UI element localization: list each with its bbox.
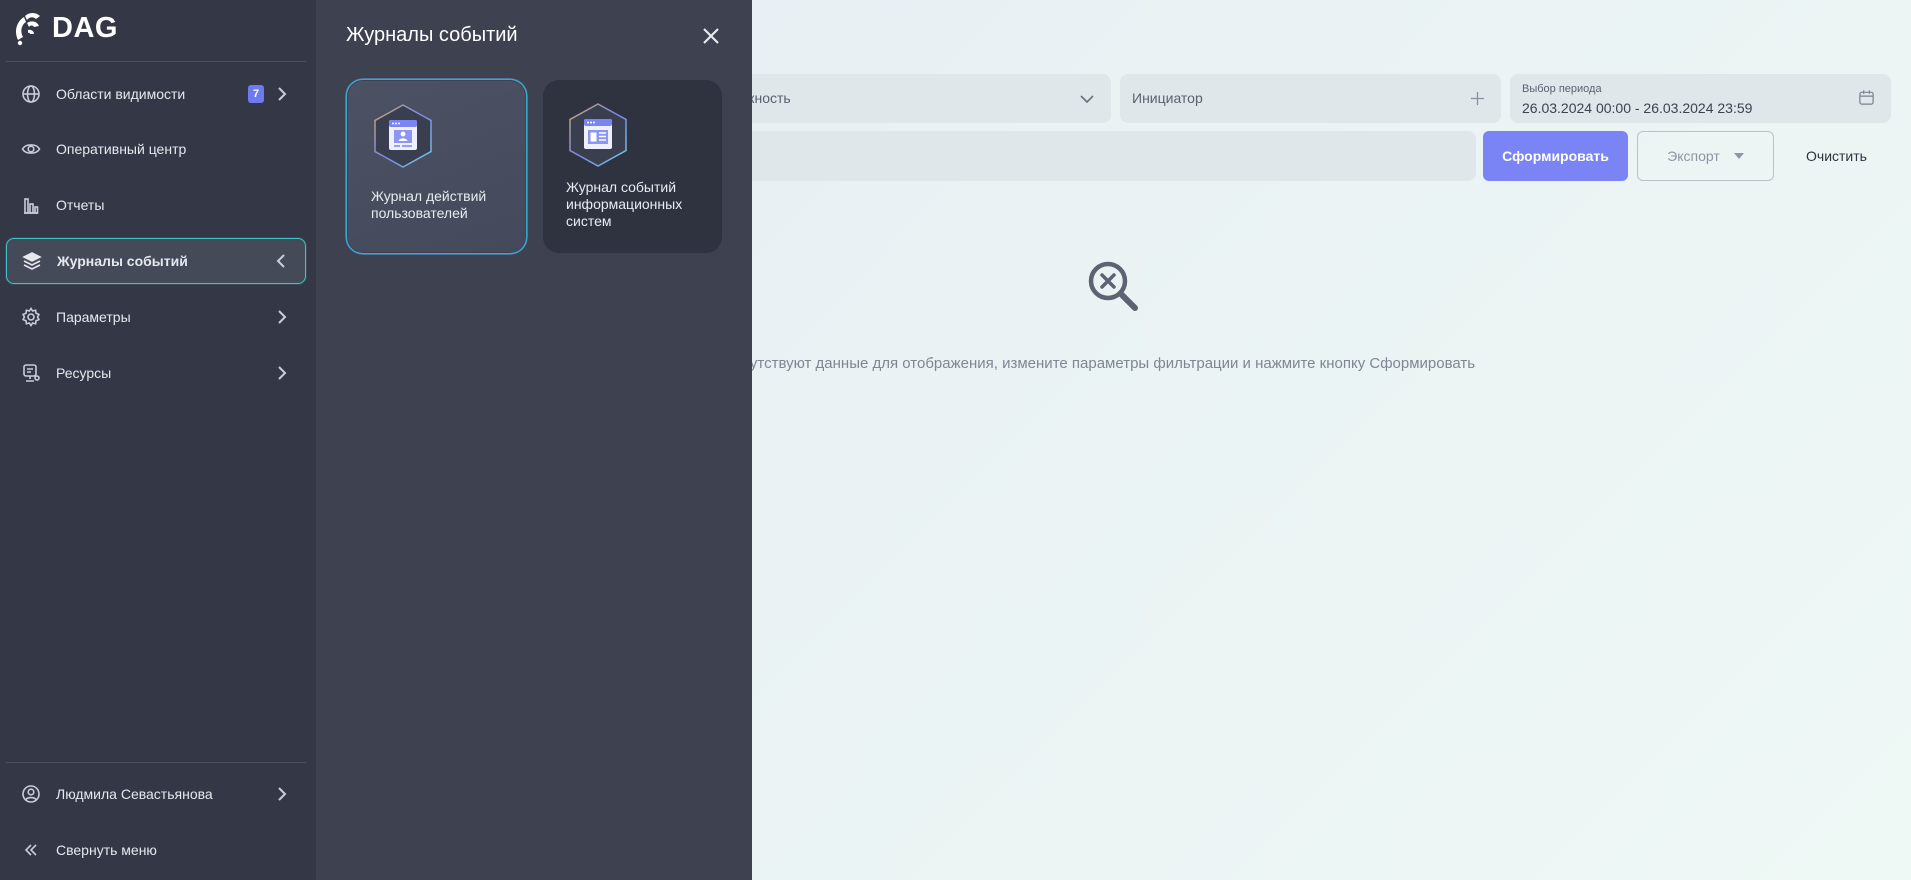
sidebar-item-label: Отчеты (56, 197, 105, 213)
card-label: Журнал действий пользователей (371, 188, 487, 221)
chevron-left-icon (273, 253, 289, 269)
period-label: Выбор периода (1522, 83, 1602, 95)
chevron-right-icon (274, 786, 290, 802)
sidebar-item-operations-center[interactable]: Оперативный центр (6, 126, 306, 172)
search-field[interactable] (640, 131, 1476, 181)
sidebar-item-event-logs[interactable]: Журналы событий (6, 238, 306, 284)
user-circle-icon (20, 783, 42, 805)
sidebar-item-label: Оперативный центр (56, 141, 187, 157)
caret-down-icon (1733, 153, 1744, 159)
card-user-actions-log[interactable]: Журнал действий пользователей (347, 80, 526, 253)
chevron-right-icon (274, 86, 290, 102)
sidebar-item-parameters[interactable]: Параметры (6, 294, 306, 340)
close-icon[interactable] (700, 25, 722, 47)
dag-logo-icon (16, 13, 40, 46)
flyout-title: Журналы событий (346, 24, 518, 46)
logo[interactable]: DAG (12, 8, 118, 48)
period-value: 26.03.2024 00:00 - 26.03.2024 23:59 (1522, 100, 1753, 116)
eye-icon (20, 138, 42, 160)
sidebar-item-reports[interactable]: Отчеты (6, 182, 306, 228)
sidebar-item-resources[interactable]: Ресурсы (6, 350, 306, 396)
sidebar-item-label: Ресурсы (56, 365, 112, 381)
initiator-field[interactable]: Инициатор (1120, 74, 1501, 123)
clear-button[interactable]: Очистить (1784, 131, 1889, 181)
top-divider (6, 61, 306, 62)
count-badge: 7 (248, 85, 264, 103)
double-chevron-left-icon (20, 839, 42, 861)
sidebar-item-label: Области видимости (56, 86, 186, 102)
brand-name: DAG (52, 11, 118, 44)
layers-icon (21, 250, 43, 272)
empty-state-message: Отсутствуют данные для отображения, изме… (752, 355, 1476, 372)
user-name: Людмила Севастьянова (56, 786, 213, 802)
card-label: Журнал событий информационных систем (566, 179, 683, 229)
sidebar: DAG Области видимости 7 Оперативный цент… (0, 0, 316, 880)
user-window-icon (374, 104, 432, 168)
export-label: Экспорт (1667, 148, 1720, 164)
collapse-menu-label: Свернуть меню (56, 842, 157, 858)
chevron-right-icon (274, 309, 290, 325)
chevron-right-icon (274, 365, 290, 381)
collapse-menu-button[interactable]: Свернуть меню (6, 827, 306, 873)
search-x-icon (1088, 261, 1138, 311)
initiator-placeholder: Инициатор (1132, 90, 1203, 106)
card-info-systems-log[interactable]: Журнал событий информационных систем (543, 80, 722, 253)
bottom-divider (6, 762, 306, 763)
globe-icon (20, 83, 42, 105)
period-picker[interactable]: Выбор периода 26.03.2024 00:00 - 26.03.2… (1510, 74, 1891, 123)
sidebar-item-visibility-areas[interactable]: Области видимости 7 (6, 71, 306, 117)
sidebar-item-label: Журналы событий (57, 253, 188, 269)
sidebar-item-label: Параметры (56, 309, 131, 325)
export-button[interactable]: Экспорт (1637, 131, 1774, 181)
chevron-down-icon (1080, 95, 1094, 104)
system-window-icon (569, 103, 627, 167)
sidebar-user-profile[interactable]: Людмила Севастьянова (6, 771, 306, 817)
gear-icon (20, 306, 42, 328)
event-logs-flyout: Журналы событий Журнал действий пользова… (316, 0, 752, 880)
plus-icon[interactable] (1470, 91, 1485, 106)
form-button[interactable]: Сформировать (1483, 131, 1628, 181)
bar-chart-icon (20, 194, 42, 216)
calendar-icon[interactable] (1858, 89, 1875, 106)
resources-icon (20, 362, 42, 384)
